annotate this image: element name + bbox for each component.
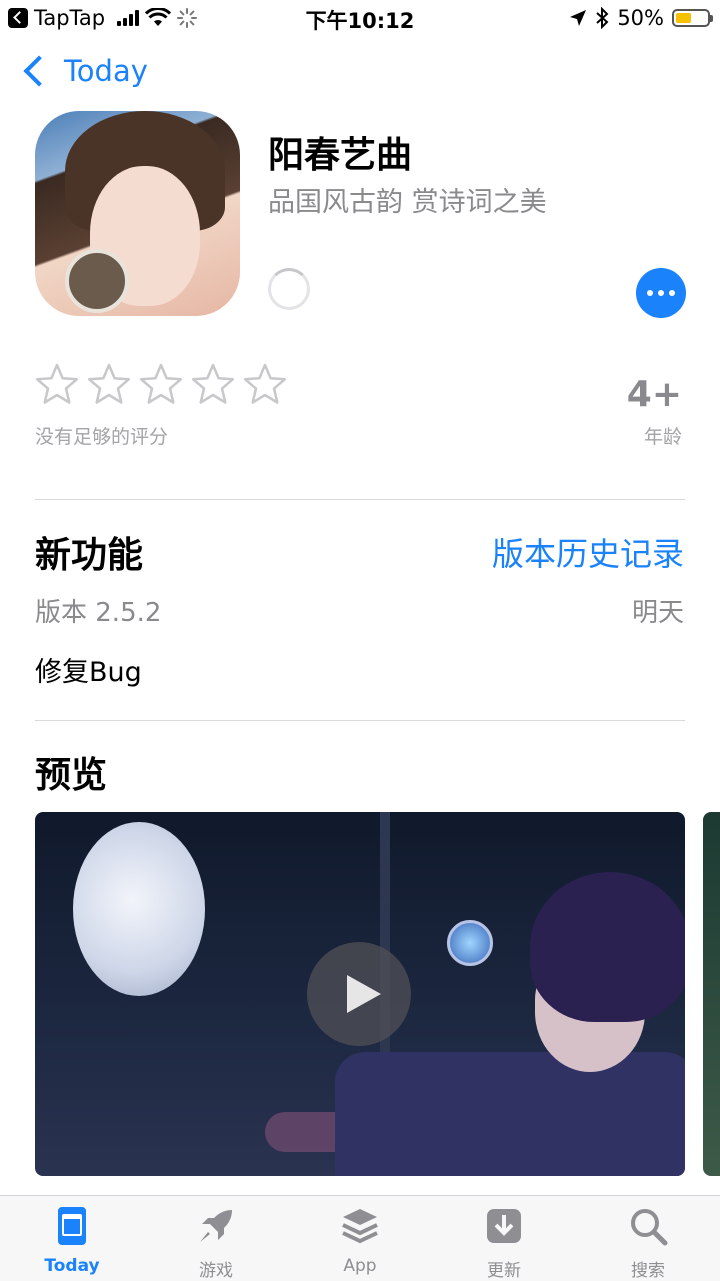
character-body-artwork	[335, 1052, 685, 1176]
age-rating-label: 年龄	[643, 426, 682, 448]
release-notes: 修复Bug	[35, 657, 142, 688]
tab-bar: Today 游戏 App 更新 搜索	[0, 1195, 720, 1281]
divider	[35, 720, 685, 721]
tab-updates[interactable]: 更新	[432, 1196, 576, 1281]
download-progress-spinner[interactable]	[268, 268, 310, 310]
star-icon	[87, 363, 131, 404]
preview-video[interactable]	[35, 812, 685, 1176]
status-right: 50%	[569, 6, 713, 30]
rocket-icon	[200, 1210, 232, 1242]
pendant-artwork	[447, 920, 493, 966]
tab-games[interactable]: 游戏	[144, 1196, 288, 1281]
release-date: 明天	[631, 598, 684, 628]
bluetooth-icon	[596, 7, 609, 29]
tab-label: Today	[44, 1256, 100, 1276]
whats-new-title: 新功能	[35, 535, 144, 576]
divider	[35, 499, 685, 500]
more-options-button[interactable]	[636, 268, 686, 318]
today-icon	[58, 1207, 86, 1245]
star-icon	[139, 363, 183, 404]
tab-apps[interactable]: App	[288, 1196, 432, 1281]
back-button[interactable]: Today	[20, 54, 148, 88]
moon-artwork	[73, 822, 205, 996]
app-icon-coin	[65, 249, 129, 313]
preview-title: 预览	[35, 755, 108, 796]
rating-stars	[35, 362, 287, 406]
battery-icon	[672, 9, 713, 27]
app-icon	[35, 111, 240, 316]
search-icon	[631, 1209, 668, 1246]
back-button-label: Today	[64, 54, 148, 88]
tab-label: 游戏	[199, 1261, 233, 1281]
character-hair-artwork	[530, 872, 685, 1022]
tab-label: 搜索	[631, 1261, 665, 1281]
star-icon	[35, 363, 79, 404]
next-screenshot-preview[interactable]	[703, 812, 720, 1176]
tab-label: 更新	[487, 1261, 521, 1281]
version-number: 版本 2.5.2	[35, 598, 162, 628]
star-icon	[191, 363, 235, 404]
star-icon	[243, 363, 287, 404]
age-rating: 4+	[626, 374, 682, 415]
app-title: 阳春艺曲	[268, 135, 413, 176]
tab-search[interactable]: 搜索	[576, 1196, 720, 1281]
battery-percent: 50%	[617, 6, 664, 30]
layers-icon	[342, 1209, 378, 1244]
version-history-link[interactable]: 版本历史记录	[492, 529, 684, 575]
location-icon	[570, 10, 587, 26]
rating-note: 没有足够的评分	[35, 426, 169, 448]
status-bar: TapTap 下午10:12 50%	[0, 0, 720, 40]
app-subtitle: 品国风古韵 赏诗词之美	[268, 187, 547, 218]
battery-level	[676, 13, 691, 23]
play-icon[interactable]	[307, 942, 411, 1046]
tab-label: App	[343, 1256, 377, 1276]
chevron-left-icon	[23, 55, 55, 87]
download-icon	[487, 1209, 521, 1243]
tab-today[interactable]: Today	[0, 1196, 144, 1281]
